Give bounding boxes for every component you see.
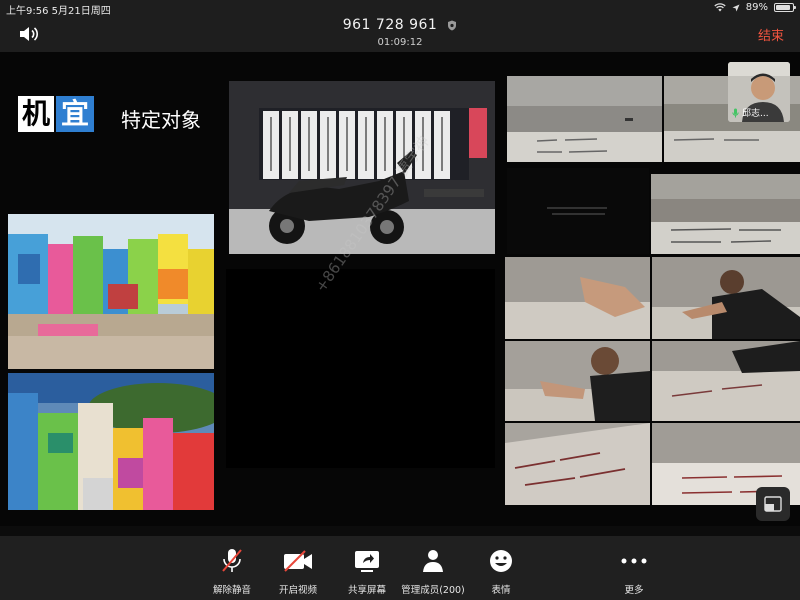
reactions-label: 表情 — [491, 585, 511, 596]
battery-percent: 89% — [745, 2, 768, 13]
meeting-toolbar: 解除静音 开启视频 共享屏幕 管理成员(200) 表情 更多 — [0, 536, 800, 600]
start-video-button[interactable]: 开启视频 — [258, 536, 338, 600]
meeting-id-group[interactable]: 961 728 961 — [0, 17, 800, 33]
video-off-icon — [284, 550, 312, 572]
writing-photo-4 — [652, 341, 800, 421]
end-meeting-button[interactable]: 结束 — [758, 25, 784, 44]
writing-photo-3 — [505, 341, 650, 421]
status-right-group: 89% — [714, 2, 796, 13]
battery-icon — [774, 3, 796, 12]
picture-in-picture-icon — [764, 496, 782, 512]
participant-name-label: 邱志... — [732, 106, 769, 119]
shared-screen: 机 宜 特定对象 +8618810378397 贾宇神 邱志... — [0, 52, 800, 536]
members-icon — [423, 550, 443, 572]
shared-slide: 机 宜 特定对象 +8618810378397 贾宇神 邱志... — [0, 52, 800, 526]
wifi-icon — [714, 3, 726, 12]
meeting-header: 961 728 961 01:09:12 结束 — [0, 16, 800, 52]
meeting-id: 961 728 961 — [342, 17, 438, 33]
colorful-houses-photo-1 — [8, 214, 214, 369]
shield-icon — [448, 20, 457, 30]
location-icon — [732, 4, 740, 11]
microphone-muted-icon — [222, 549, 242, 572]
reactions-button[interactable]: 表情 — [461, 536, 541, 600]
dark-video-tile — [507, 168, 649, 254]
more-dots-icon — [621, 558, 647, 564]
writing-photo-1 — [505, 257, 650, 339]
meeting-timer: 01:09:12 — [377, 37, 423, 48]
river-photo-1 — [507, 76, 662, 162]
slide-title-part1: 机 — [18, 96, 54, 132]
smiley-icon — [490, 550, 512, 572]
slide-title-part2: 宜 — [56, 96, 94, 132]
river-photo-3 — [651, 174, 800, 254]
blank-video-area — [226, 269, 495, 468]
participant-name: 邱志... — [742, 109, 769, 119]
slide-subtitle: 特定对象 — [121, 108, 201, 132]
colorful-houses-photo-2 — [8, 373, 214, 510]
more-button[interactable]: 更多 — [594, 536, 674, 600]
status-time-date: 上午9:56 5月21日周四 — [6, 6, 111, 17]
writing-photo-2 — [652, 257, 800, 339]
microphone-on-icon — [732, 108, 739, 117]
battery-fill — [776, 5, 790, 10]
system-status-bar: 上午9:56 5月21日周四 89% — [0, 0, 800, 17]
share-screen-icon — [355, 551, 379, 572]
writing-photo-5 — [505, 423, 650, 505]
more-label: 更多 — [624, 585, 644, 596]
start-video-label: 开启视频 — [278, 585, 317, 596]
minimize-window-button[interactable] — [756, 487, 790, 521]
participant-video-thumbnail[interactable]: 邱志... — [728, 62, 790, 122]
